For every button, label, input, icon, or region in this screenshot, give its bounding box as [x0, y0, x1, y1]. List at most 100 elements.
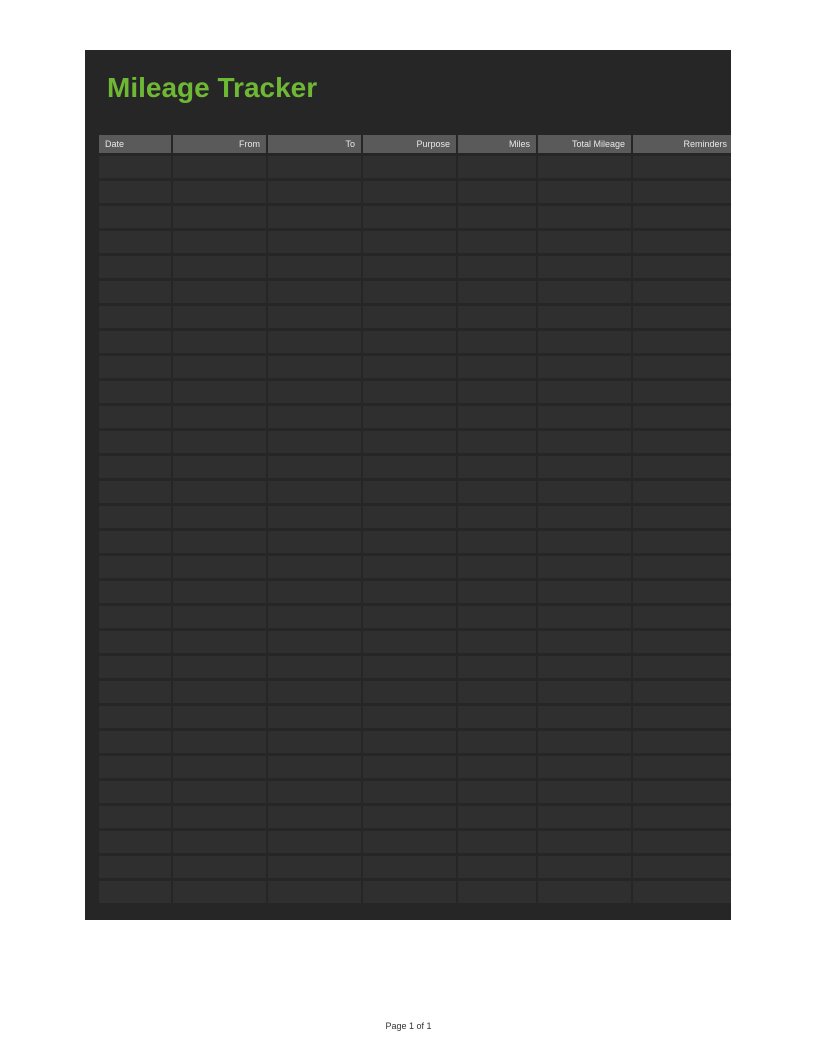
table-cell[interactable] — [458, 381, 536, 403]
table-cell[interactable] — [363, 881, 456, 903]
table-cell[interactable] — [173, 406, 266, 428]
table-cell[interactable] — [173, 206, 266, 228]
table-cell[interactable] — [633, 631, 731, 653]
table-cell[interactable] — [458, 431, 536, 453]
table-cell[interactable] — [173, 731, 266, 753]
table-cell[interactable] — [268, 431, 361, 453]
table-cell[interactable] — [363, 181, 456, 203]
table-cell[interactable] — [268, 306, 361, 328]
column-header-miles[interactable]: Miles — [458, 135, 536, 153]
table-cell[interactable] — [538, 506, 631, 528]
table-cell[interactable] — [363, 306, 456, 328]
table-cell[interactable] — [458, 181, 536, 203]
table-cell[interactable] — [268, 156, 361, 178]
table-cell[interactable] — [173, 181, 266, 203]
table-cell[interactable] — [633, 356, 731, 378]
table-cell[interactable] — [458, 731, 536, 753]
table-cell[interactable] — [268, 531, 361, 553]
table-cell[interactable] — [363, 556, 456, 578]
table-cell[interactable] — [173, 856, 266, 878]
table-cell[interactable] — [99, 756, 171, 778]
table-cell[interactable] — [173, 156, 266, 178]
table-cell[interactable] — [268, 631, 361, 653]
table-cell[interactable] — [99, 831, 171, 853]
table-cell[interactable] — [268, 231, 361, 253]
table-cell[interactable] — [363, 481, 456, 503]
table-cell[interactable] — [633, 756, 731, 778]
table-cell[interactable] — [99, 556, 171, 578]
table-cell[interactable] — [538, 356, 631, 378]
table-cell[interactable] — [363, 431, 456, 453]
table-cell[interactable] — [633, 256, 731, 278]
table-cell[interactable] — [363, 656, 456, 678]
table-cell[interactable] — [633, 706, 731, 728]
table-cell[interactable] — [173, 606, 266, 628]
table-cell[interactable] — [99, 606, 171, 628]
table-cell[interactable] — [268, 506, 361, 528]
table-cell[interactable] — [633, 531, 731, 553]
table-cell[interactable] — [538, 556, 631, 578]
table-cell[interactable] — [268, 381, 361, 403]
table-cell[interactable] — [538, 881, 631, 903]
column-header-date[interactable]: Date — [99, 135, 171, 153]
table-cell[interactable] — [173, 456, 266, 478]
table-cell[interactable] — [99, 256, 171, 278]
table-cell[interactable] — [268, 256, 361, 278]
table-cell[interactable] — [633, 581, 731, 603]
table-cell[interactable] — [458, 806, 536, 828]
table-cell[interactable] — [99, 531, 171, 553]
table-cell[interactable] — [633, 431, 731, 453]
table-cell[interactable] — [268, 881, 361, 903]
table-cell[interactable] — [458, 481, 536, 503]
table-cell[interactable] — [633, 381, 731, 403]
table-cell[interactable] — [538, 331, 631, 353]
table-cell[interactable] — [538, 206, 631, 228]
table-cell[interactable] — [633, 856, 731, 878]
table-cell[interactable] — [173, 306, 266, 328]
table-cell[interactable] — [633, 156, 731, 178]
table-cell[interactable] — [458, 356, 536, 378]
table-cell[interactable] — [99, 306, 171, 328]
table-cell[interactable] — [363, 681, 456, 703]
table-cell[interactable] — [268, 731, 361, 753]
table-cell[interactable] — [173, 381, 266, 403]
table-cell[interactable] — [538, 581, 631, 603]
table-cell[interactable] — [99, 631, 171, 653]
table-cell[interactable] — [458, 556, 536, 578]
table-cell[interactable] — [173, 581, 266, 603]
table-cell[interactable] — [173, 756, 266, 778]
table-cell[interactable] — [538, 481, 631, 503]
table-cell[interactable] — [633, 231, 731, 253]
table-cell[interactable] — [268, 681, 361, 703]
table-cell[interactable] — [458, 581, 536, 603]
table-cell[interactable] — [458, 506, 536, 528]
table-cell[interactable] — [99, 156, 171, 178]
table-cell[interactable] — [173, 656, 266, 678]
table-cell[interactable] — [538, 381, 631, 403]
table-cell[interactable] — [173, 881, 266, 903]
table-cell[interactable] — [99, 656, 171, 678]
table-cell[interactable] — [99, 181, 171, 203]
table-cell[interactable] — [458, 531, 536, 553]
table-cell[interactable] — [538, 156, 631, 178]
table-cell[interactable] — [99, 881, 171, 903]
table-cell[interactable] — [633, 556, 731, 578]
table-cell[interactable] — [99, 706, 171, 728]
table-cell[interactable] — [458, 156, 536, 178]
table-cell[interactable] — [458, 331, 536, 353]
table-cell[interactable] — [268, 831, 361, 853]
table-cell[interactable] — [363, 706, 456, 728]
table-cell[interactable] — [538, 631, 631, 653]
table-cell[interactable] — [173, 806, 266, 828]
table-cell[interactable] — [99, 681, 171, 703]
table-cell[interactable] — [363, 831, 456, 853]
table-cell[interactable] — [363, 381, 456, 403]
table-cell[interactable] — [633, 881, 731, 903]
table-cell[interactable] — [268, 181, 361, 203]
table-cell[interactable] — [538, 681, 631, 703]
table-cell[interactable] — [458, 856, 536, 878]
table-cell[interactable] — [173, 506, 266, 528]
table-cell[interactable] — [538, 181, 631, 203]
table-cell[interactable] — [173, 556, 266, 578]
table-cell[interactable] — [173, 431, 266, 453]
